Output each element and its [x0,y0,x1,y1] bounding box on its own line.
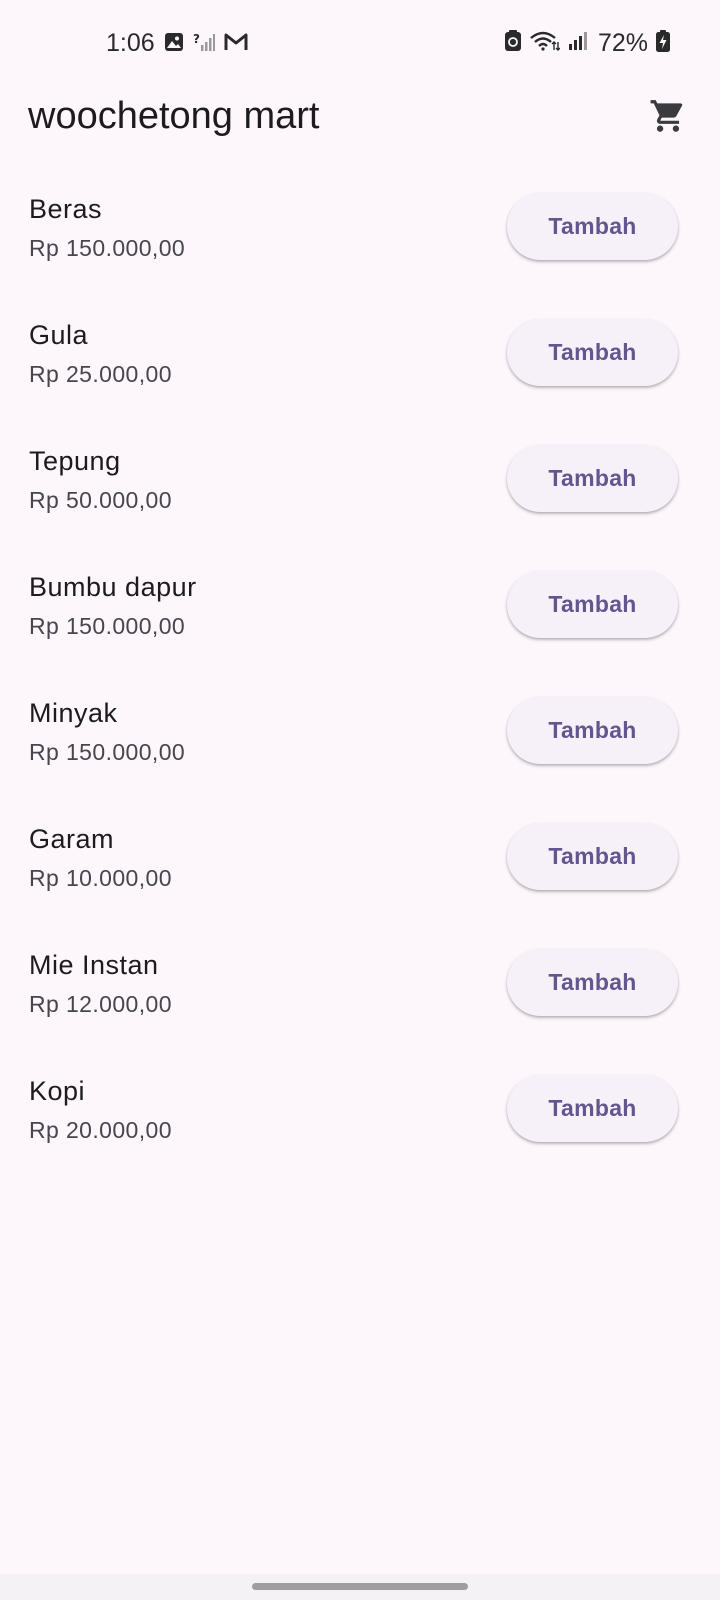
add-button[interactable]: Tambah [507,823,678,890]
product-name: Tepung [29,446,121,476]
list-item: Kopi Rp 20.000,00 Tambah [0,1071,720,1197]
battery-percent: 72% [597,29,648,57]
status-time: 1:06 [106,29,155,57]
add-button[interactable]: Tambah [507,319,678,386]
product-price: Rp 150.000,00 [29,739,186,765]
add-button[interactable]: Tambah [507,697,678,764]
gallery-notification-icon [164,32,184,57]
add-button[interactable]: Tambah [507,193,678,260]
list-item: Mie Instan Rp 12.000,00 Tambah [0,945,720,1071]
notification-icons: ? [164,32,248,57]
product-price: Rp 20.000,00 [29,1117,172,1143]
list-item: Garam Rp 10.000,00 Tambah [0,819,720,945]
product-name: Mie Instan [29,950,159,980]
product-name: Beras [29,194,103,224]
gmail-notification-icon [224,32,248,57]
battery-charging-icon [656,30,670,57]
list-item: Beras Rp 150.000,00 Tambah [0,189,720,315]
app-bar: woochetong mart [0,88,720,184]
status-right-icons: 72% [504,29,670,58]
product-list: Beras Rp 150.000,00 Tambah Gula Rp 25.00… [0,189,720,1197]
add-button[interactable]: Tambah [507,445,678,512]
cellular-signal-icon [568,31,590,56]
gesture-handle[interactable] [252,1583,468,1590]
status-bar: 1:06 ? 72% [0,0,720,88]
product-name: Kopi [29,1076,86,1106]
list-item: Tepung Rp 50.000,00 Tambah [0,441,720,567]
app-title: woochetong mart [28,95,320,137]
no-sim-signal-icon: ? [193,32,215,57]
wifi-icon [530,31,561,56]
shopping-cart-icon[interactable] [649,97,687,140]
product-name: Gula [29,320,89,350]
add-button[interactable]: Tambah [507,1075,678,1142]
list-item: Bumbu dapur Rp 150.000,00 Tambah [0,567,720,693]
list-item: Minyak Rp 150.000,00 Tambah [0,693,720,819]
product-price: Rp 50.000,00 [29,487,172,513]
cart-button[interactable] [644,94,692,142]
list-item: Gula Rp 25.000,00 Tambah [0,315,720,441]
product-price: Rp 25.000,00 [29,361,172,387]
product-price: Rp 10.000,00 [29,865,172,891]
product-name: Garam [29,824,115,854]
svg-text:?: ? [193,32,200,46]
product-price: Rp 150.000,00 [29,235,186,261]
product-price: Rp 12.000,00 [29,991,172,1017]
product-price: Rp 150.000,00 [29,613,186,639]
product-name: Minyak [29,698,118,728]
system-navigation-bar [0,1574,720,1600]
add-button[interactable]: Tambah [507,571,678,638]
battery-saver-icon [504,30,522,57]
product-name: Bumbu dapur [29,572,197,602]
add-button[interactable]: Tambah [507,949,678,1016]
